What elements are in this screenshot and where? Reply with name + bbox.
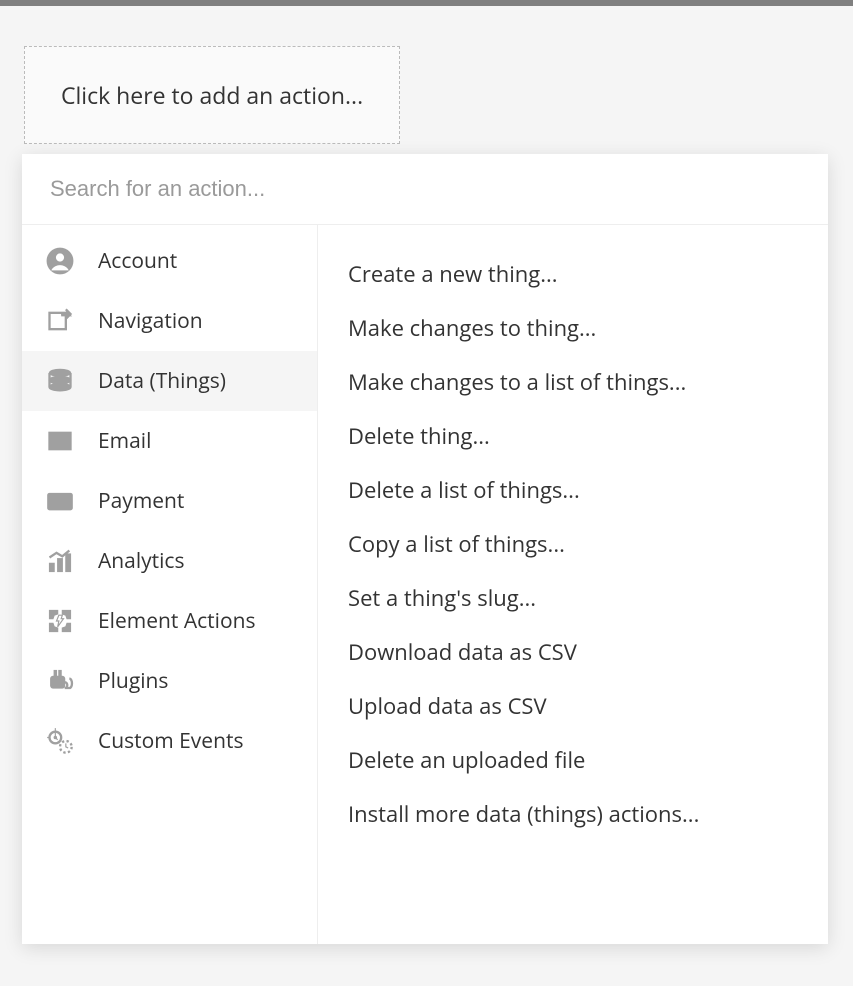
search-row (22, 154, 828, 225)
action-item[interactable]: Upload data as CSV (348, 679, 798, 733)
action-item[interactable]: Delete a list of things... (348, 463, 798, 517)
action-item[interactable]: Make changes to a list of things... (348, 355, 798, 409)
category-email[interactable]: Email (22, 411, 317, 471)
analytics-icon (44, 547, 76, 575)
action-item[interactable]: Delete an uploaded file (348, 733, 798, 787)
category-label: Payment (98, 487, 184, 515)
category-data-things[interactable]: Data (Things) (22, 351, 317, 411)
category-analytics[interactable]: Analytics (22, 531, 317, 591)
category-list: Account Navigation Data (Things) (22, 225, 318, 944)
category-navigation[interactable]: Navigation (22, 291, 317, 351)
action-item[interactable]: Create a new thing... (348, 247, 798, 301)
action-item[interactable]: Delete thing... (348, 409, 798, 463)
category-payment[interactable]: Payment (22, 471, 317, 531)
category-label: Navigation (98, 307, 203, 335)
action-item[interactable]: Set a thing's slug... (348, 571, 798, 625)
email-icon (44, 427, 76, 455)
action-selector-panel: Account Navigation Data (Things) (22, 154, 828, 944)
add-action-label: Click here to add an action... (61, 79, 363, 111)
action-item[interactable]: Copy a list of things... (348, 517, 798, 571)
actions-list: Create a new thing... Make changes to th… (318, 225, 828, 944)
category-label: Email (98, 427, 151, 455)
custom-events-icon (44, 727, 76, 755)
category-label: Account (98, 247, 177, 275)
category-label: Analytics (98, 547, 185, 575)
category-plugins[interactable]: Plugins (22, 651, 317, 711)
category-element-actions[interactable]: Element Actions (22, 591, 317, 651)
panel-body: Account Navigation Data (Things) (22, 225, 828, 944)
action-item[interactable]: Install more data (things) actions... (348, 787, 798, 841)
search-input[interactable] (50, 176, 800, 202)
plugins-icon (44, 667, 76, 695)
database-icon (44, 367, 76, 395)
category-label: Plugins (98, 667, 168, 695)
account-icon (44, 247, 76, 275)
navigation-icon (44, 307, 76, 335)
add-action-button[interactable]: Click here to add an action... (24, 46, 400, 144)
action-item[interactable]: Download data as CSV (348, 625, 798, 679)
payment-icon (44, 487, 76, 515)
category-label: Element Actions (98, 607, 255, 635)
category-label: Data (Things) (98, 367, 226, 395)
category-label: Custom Events (98, 727, 243, 755)
element-actions-icon (44, 607, 76, 635)
action-item[interactable]: Make changes to thing... (348, 301, 798, 355)
category-account[interactable]: Account (22, 231, 317, 291)
category-custom-events[interactable]: Custom Events (22, 711, 317, 771)
